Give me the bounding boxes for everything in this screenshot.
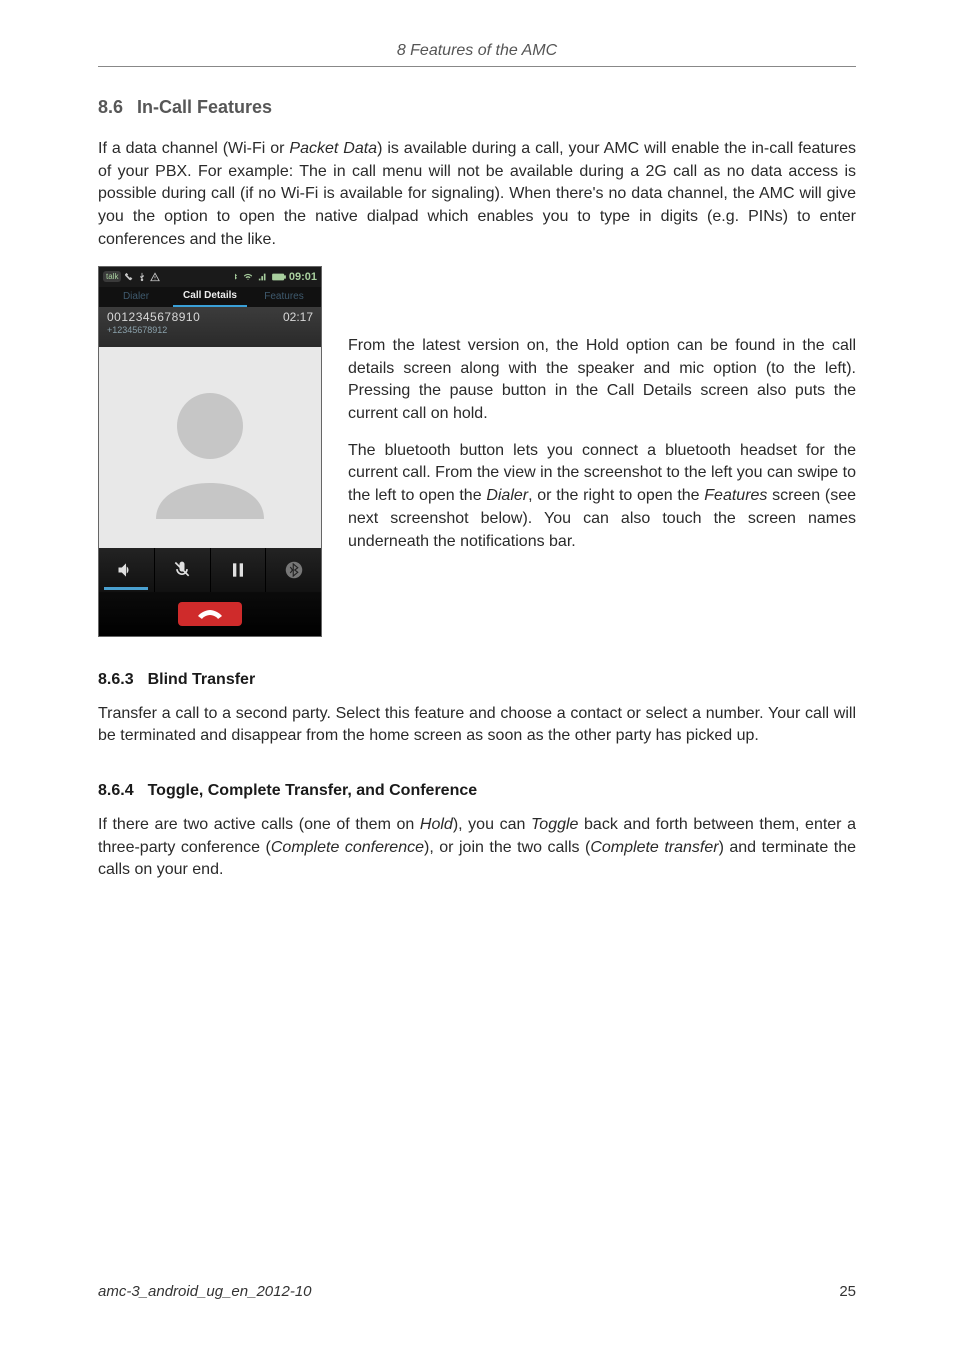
status-bar: talk 09:01 bbox=[99, 267, 321, 287]
blind-transfer-paragraph: Transfer a call to a second party. Selec… bbox=[98, 703, 856, 748]
usb-icon bbox=[137, 272, 147, 282]
call-info-bar: 0012345678910 +12345678912 02:17 bbox=[99, 307, 321, 347]
subsection-title: Toggle, Complete Transfer, and Conferenc… bbox=[148, 782, 478, 799]
text: ), you can bbox=[453, 816, 531, 833]
text-italic: Features bbox=[704, 487, 767, 504]
text: If a data channel (Wi-Fi or bbox=[98, 140, 289, 157]
page-number: 25 bbox=[839, 1283, 856, 1300]
text-italic: Hold bbox=[420, 816, 453, 833]
mute-button[interactable] bbox=[155, 548, 211, 592]
hangup-bar bbox=[99, 592, 321, 636]
text-italic: Packet Data bbox=[289, 140, 377, 157]
hangup-icon bbox=[196, 606, 224, 622]
talk-badge-icon: talk bbox=[103, 271, 121, 282]
bluetooth-status-icon bbox=[231, 272, 239, 282]
text-italic: Toggle bbox=[531, 816, 578, 833]
hangup-button[interactable] bbox=[178, 602, 242, 626]
text: If there are two active calls (one of th… bbox=[98, 816, 420, 833]
call-duration: 02:17 bbox=[283, 310, 313, 324]
status-clock: 09:01 bbox=[289, 271, 317, 283]
battery-icon bbox=[272, 273, 286, 281]
status-right: 09:01 bbox=[231, 271, 317, 283]
bluetooth-button[interactable] bbox=[266, 548, 321, 592]
hold-explanation-paragraph: From the latest version on, the Hold opt… bbox=[348, 335, 856, 426]
text-italic: Dialer bbox=[486, 487, 528, 504]
tab-call-details[interactable]: Call Details bbox=[173, 287, 247, 307]
section-heading-8-6: 8.6 In-Call Features bbox=[98, 97, 856, 118]
mic-mute-icon bbox=[172, 560, 192, 580]
text-italic: Complete transfer bbox=[590, 839, 718, 856]
tab-dialer[interactable]: Dialer bbox=[99, 287, 173, 307]
signal-icon bbox=[257, 272, 269, 282]
section-number: 8.6 bbox=[98, 97, 123, 117]
section-heading-8-6-3: 8.6.3 Blind Transfer bbox=[98, 671, 856, 689]
bluetooth-icon bbox=[285, 561, 303, 579]
subsection-number: 8.6.3 bbox=[98, 671, 134, 688]
call-number-primary: 0012345678910 bbox=[107, 310, 200, 324]
text: ), or join the two calls ( bbox=[424, 839, 590, 856]
subsection-title: Blind Transfer bbox=[148, 671, 256, 688]
screenshot-call-details: talk 09:01 Dialer Call Details Features bbox=[98, 266, 322, 637]
avatar-placeholder-icon bbox=[135, 372, 285, 522]
in-call-controls bbox=[99, 548, 321, 592]
page-footer: amc-3_android_ug_en_2012-10 25 bbox=[98, 1283, 856, 1300]
contact-portrait bbox=[99, 347, 321, 548]
text-italic: Complete conference bbox=[271, 839, 424, 856]
toggle-transfer-conference-paragraph: If there are two active calls (one of th… bbox=[98, 814, 856, 882]
speaker-button[interactable] bbox=[99, 548, 155, 592]
header-rule bbox=[98, 66, 856, 67]
status-left: talk bbox=[103, 271, 160, 282]
section-title: In-Call Features bbox=[137, 97, 272, 117]
pause-icon bbox=[228, 560, 248, 580]
hold-button[interactable] bbox=[211, 548, 267, 592]
document-id: amc-3_android_ug_en_2012-10 bbox=[98, 1283, 312, 1300]
bluetooth-swipe-paragraph: The bluetooth button lets you connect a … bbox=[348, 440, 856, 554]
text: , or the right to open the bbox=[528, 487, 704, 504]
warning-icon bbox=[150, 272, 160, 282]
screen-tabs: Dialer Call Details Features bbox=[99, 287, 321, 307]
section-heading-8-6-4: 8.6.4 Toggle, Complete Transfer, and Conf… bbox=[98, 782, 856, 800]
running-head: 8 Features of the AMC bbox=[98, 42, 856, 66]
phone-icon bbox=[124, 272, 134, 282]
wifi-icon bbox=[242, 272, 254, 282]
tab-features[interactable]: Features bbox=[247, 287, 321, 307]
speaker-icon bbox=[116, 560, 136, 580]
subsection-number: 8.6.4 bbox=[98, 782, 134, 799]
call-number-secondary: +12345678912 bbox=[107, 325, 200, 335]
section-intro-paragraph: If a data channel (Wi-Fi or Packet Data)… bbox=[98, 138, 856, 252]
